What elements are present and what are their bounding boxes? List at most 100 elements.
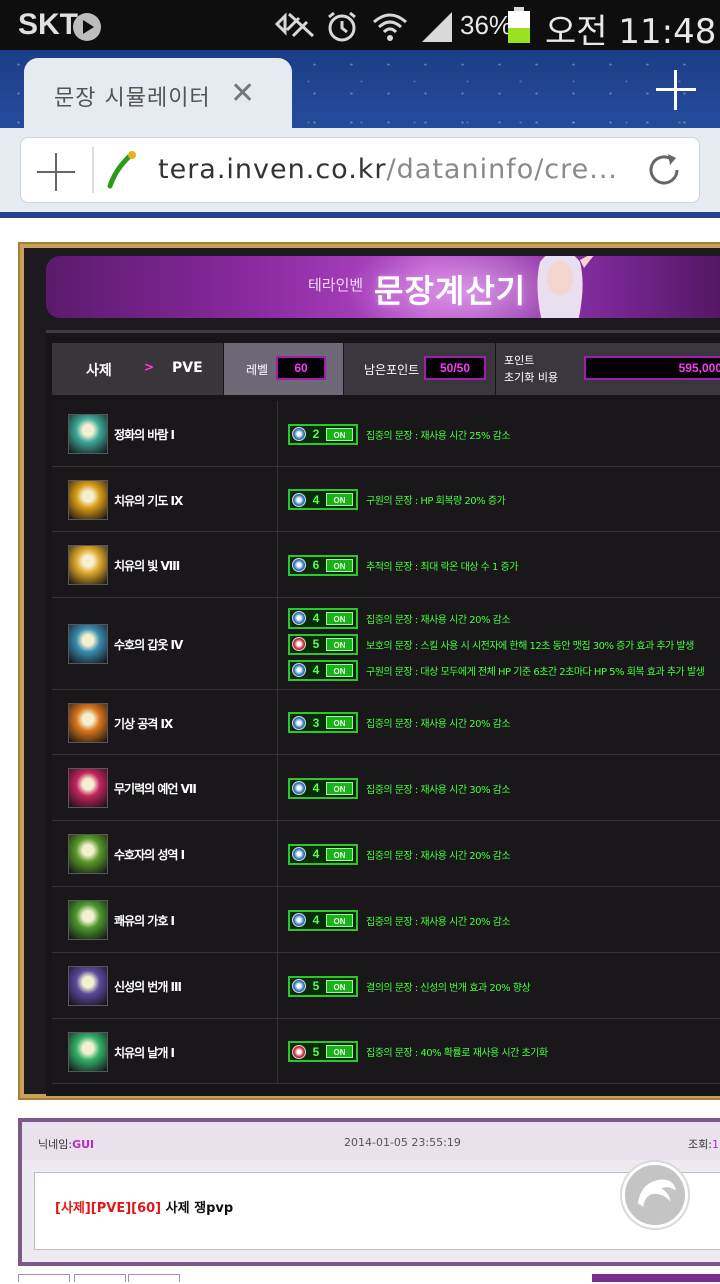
alarm-icon	[328, 11, 356, 42]
view-count: 조회:1	[688, 1136, 719, 1152]
skill-cell: 기상 공격 IX	[52, 690, 278, 754]
carrier-label: SKT	[18, 8, 78, 41]
glyph-icon	[292, 611, 306, 625]
skill-list: 정화의 바람 I 2 ON 집중의 문장 : 재사용 시간 25% 감소치유의 기도 …	[52, 401, 720, 1084]
glyph-icon	[292, 492, 306, 507]
glyph-line: 4 ON 구원의 문장 : HP 회복량 20% 증가	[288, 489, 506, 511]
glyph-toggle-button[interactable]: 3 ON	[288, 712, 358, 733]
browser-tab[interactable]: 문장 시뮬레이터 ✕	[24, 58, 292, 128]
signal-mute-icon	[275, 12, 315, 38]
tab-close-icon[interactable]: ✕	[230, 76, 255, 111]
glyph-description: 보호의 문장 : 스킬 사용 시 시전자에 한해 12초 동안 맷집 30% 증…	[366, 640, 694, 652]
glyph-on-badge: ON	[326, 979, 353, 993]
post-meta: 닉네임:GUI 2014-01-05 23:55:19 조회:1	[22, 1122, 720, 1160]
nickname: 닉네임:GUI	[38, 1136, 94, 1152]
dolphin-icon[interactable]	[622, 1162, 688, 1228]
skill-name: 치유의 기도 IX	[114, 493, 183, 508]
glyph-cell: 4 ON 구원의 문장 : HP 회복량 20% 증가	[278, 467, 720, 531]
glyph-cost: 5	[312, 1044, 320, 1059]
glyph-description: 집중의 문장 : 재사용 시간 25% 감소	[366, 430, 511, 442]
skill-icon	[68, 1031, 108, 1072]
skill-icon	[68, 414, 108, 454]
skill-row: 치유의 기도 IX 4 ON 구원의 문장 : HP 회복량 20% 증가	[52, 467, 720, 532]
clock: 오전 11:48	[545, 12, 717, 52]
glyph-toggle-button[interactable]: 4 ON	[288, 659, 358, 681]
bottom-buttons	[18, 1274, 720, 1284]
skill-row: 치유의 빛 VIII 6 ON 추적의 문장 : 최대 락온 대상 수 1 증가	[52, 532, 720, 598]
glyph-toggle-button[interactable]: 4 ON	[288, 489, 358, 510]
glyph-line: 5 ON 보호의 문장 : 스킬 사용 시 시전자에 한해 12초 동안 맷집 30…	[288, 633, 694, 655]
skill-cell: 무기력의 예언 VII	[52, 755, 278, 820]
glyph-cell: 5 ON 집중의 문장 : 40% 확률로 재사용 시간 초기화	[278, 1019, 720, 1083]
skill-row: 무기력의 예언 VII 4 ON 집중의 문장 : 재사용 시간 30% 감소	[52, 755, 720, 821]
reload-icon[interactable]	[644, 150, 684, 190]
glyph-cost: 5	[312, 637, 320, 651]
glyph-cost: 4	[312, 781, 320, 795]
glyph-line: 5 ON 결의의 문장 : 신성의 번개 효과 20% 향상	[288, 975, 531, 997]
reset-cost-cell: 포인트 초기화 비용 595,000	[496, 343, 720, 395]
glyph-description: 집중의 문장 : 재사용 시간 20% 감소	[366, 916, 511, 928]
status-bar: SKT 36% 오전 11:48	[0, 0, 720, 52]
banner-site-name: 테라인벤	[308, 276, 364, 294]
glyph-toggle-button[interactable]: 4 ON	[288, 777, 358, 799]
post-title[interactable]: [사제][PVE][60] 사제 쟁pvp	[55, 1197, 233, 1216]
points-value: 50/50	[424, 356, 486, 380]
class-selector[interactable]: 사제 > PVE	[52, 343, 224, 395]
glyph-toggle-button[interactable]: 5 ON	[288, 633, 358, 655]
breadcrumb-arrow-icon: >	[144, 360, 155, 374]
skill-name: 무기력의 예언 VII	[114, 782, 197, 796]
skill-row: 신성의 번개 III 5 ON 결의의 문장 : 신성의 번개 효과 20% 향상	[52, 953, 720, 1019]
glyph-cost: 4	[312, 492, 320, 507]
glyph-on-badge: ON	[326, 637, 353, 651]
cell-signal-icon	[422, 12, 452, 42]
glyph-toggle-button[interactable]: 4 ON	[288, 843, 358, 865]
view-label: 조회:	[688, 1138, 712, 1151]
glyph-description: 집중의 문장 : 재사용 시간 20% 감소	[366, 850, 511, 862]
glyph-description: 집중의 문장 : 재사용 시간 20% 감소	[366, 614, 511, 626]
glyph-cell: 6 ON 추적의 문장 : 최대 락온 대상 수 1 증가	[278, 532, 720, 597]
level-input[interactable]: 60	[276, 356, 326, 380]
web-page: 테라인벤 문장계산기 사제 > PVE 레벨 60 남은포인트 50/50 포인…	[0, 218, 720, 1282]
skill-icon	[68, 768, 108, 808]
battery-icon	[508, 7, 530, 43]
glyph-line: 3 ON 집중의 문장 : 재사용 시간 20% 감소	[288, 712, 511, 734]
glyph-on-badge: ON	[326, 427, 353, 441]
glyph-toggle-button[interactable]: 2 ON	[288, 423, 358, 445]
wifi-icon	[373, 13, 407, 41]
glyph-icon	[292, 663, 306, 677]
bottom-button-1[interactable]	[18, 1274, 70, 1282]
glyph-description: 집중의 문장 : 재사용 시간 20% 감소	[366, 719, 511, 730]
glyph-on-badge: ON	[326, 663, 353, 677]
glyph-on-badge: ON	[326, 558, 353, 572]
skill-cell: 치유의 빛 VIII	[52, 532, 278, 597]
glyph-toggle-button[interactable]: 4 ON	[288, 607, 358, 629]
skill-icon	[68, 479, 108, 520]
skill-name: 기상 공격 IX	[114, 716, 173, 731]
skill-row: 쾌유의 가호 I 4 ON 집중의 문장 : 재사용 시간 20% 감소	[52, 887, 720, 953]
reset-label-1: 포인트	[504, 354, 535, 367]
level-label: 레벨	[246, 363, 269, 377]
glyph-cost: 4	[312, 663, 320, 677]
bottom-button-action[interactable]	[592, 1274, 720, 1282]
add-bookmark-icon[interactable]	[36, 152, 76, 192]
skill-name: 치유의 날개 I	[114, 1045, 175, 1060]
music-icon	[73, 13, 101, 41]
glyph-toggle-button[interactable]: 5 ON	[288, 975, 358, 997]
url-path: /dataninfo/cre...	[386, 154, 619, 185]
nickname-value[interactable]: GUI	[72, 1138, 94, 1151]
skill-icon	[68, 834, 108, 874]
bottom-button-3[interactable]	[128, 1274, 180, 1282]
bottom-button-2[interactable]	[74, 1274, 126, 1282]
skill-row: 수호의 갑옷 IV 4 ON 집중의 문장 : 재사용 시간 20% 감소 5 ON 보호의…	[52, 598, 720, 690]
new-tab-icon[interactable]	[650, 64, 702, 116]
glyph-toggle-button[interactable]: 6 ON	[288, 554, 358, 576]
glyph-on-badge: ON	[326, 1045, 353, 1058]
skill-name: 치유의 빛 VIII	[114, 559, 180, 573]
glyph-toggle-button[interactable]: 5 ON	[288, 1041, 358, 1062]
glyph-icon	[292, 781, 306, 795]
glyph-toggle-button[interactable]: 4 ON	[288, 909, 358, 931]
url-text[interactable]: tera.inven.co.kr/dataninfo/cre...	[158, 154, 618, 185]
glyph-description: 구원의 문장 : HP 회복량 20% 증가	[366, 496, 506, 507]
skill-cell: 정화의 바람 I	[52, 401, 278, 466]
glyph-icon	[292, 979, 306, 993]
